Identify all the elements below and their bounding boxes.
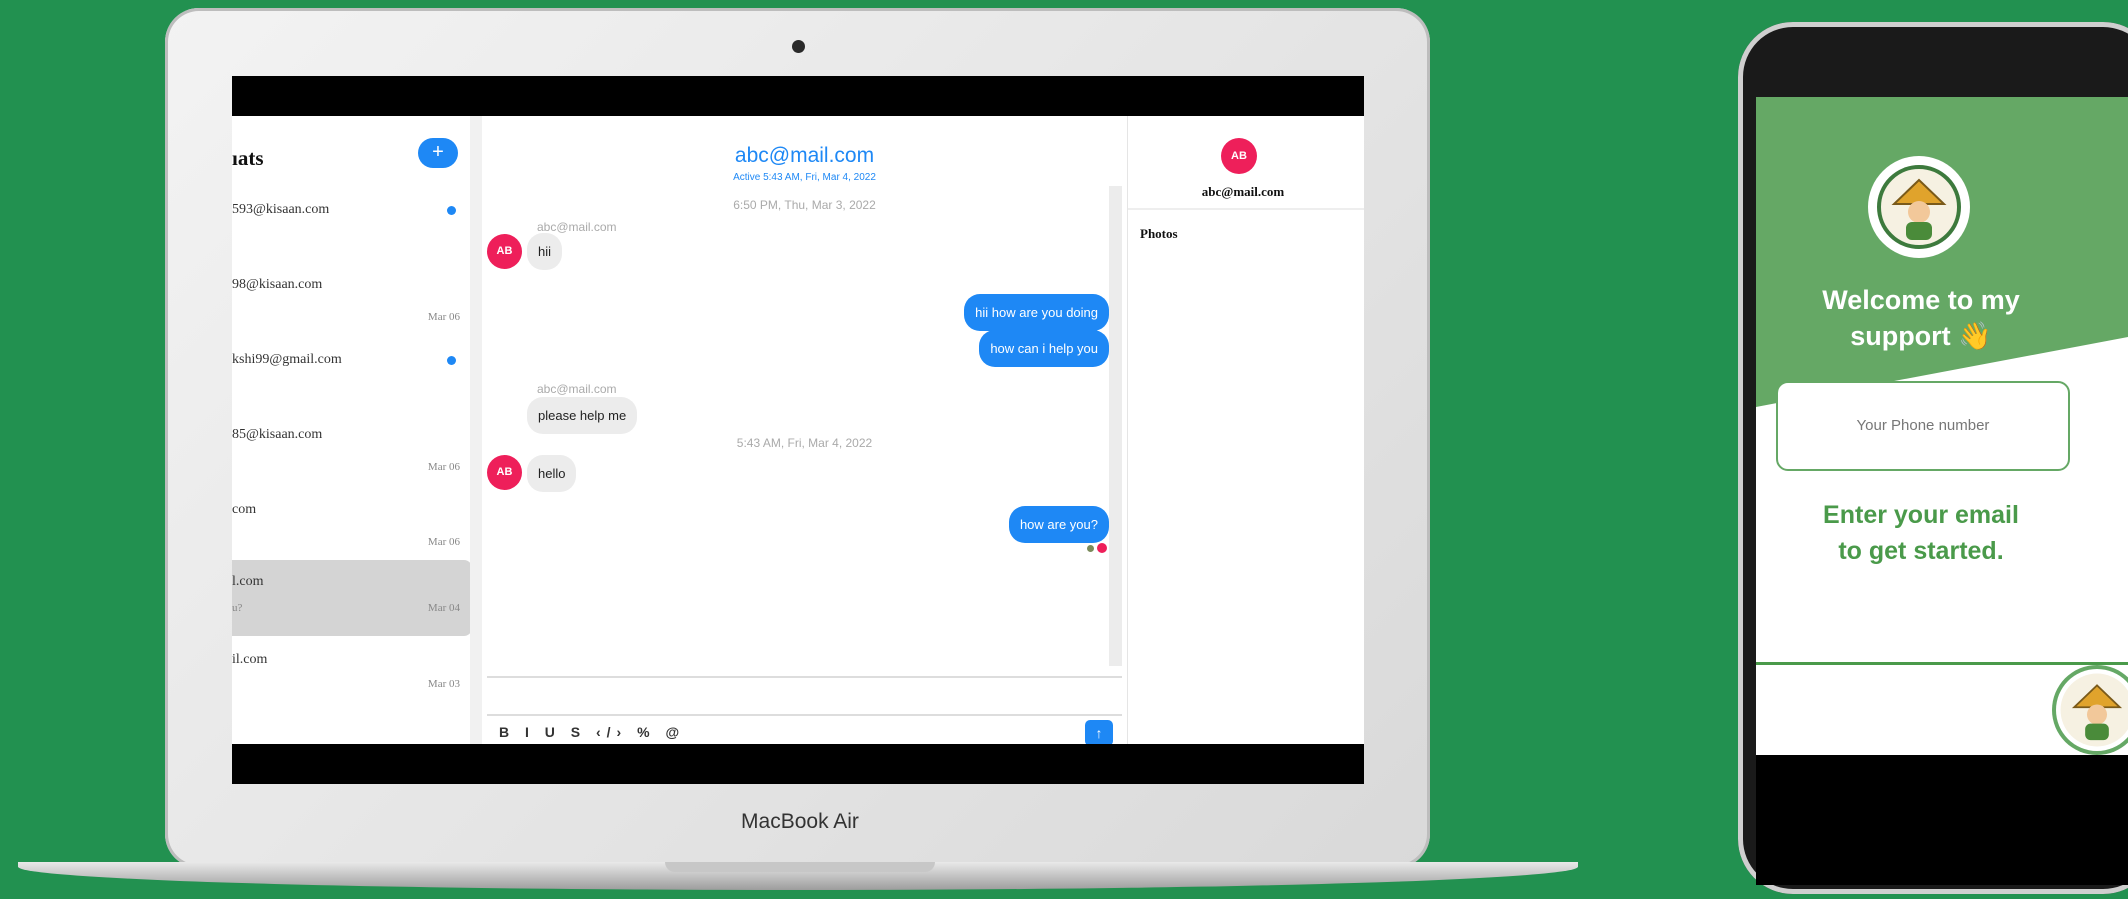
webcam-icon — [792, 40, 805, 53]
welcome-heading: Welcome to my support 👋 — [1756, 282, 2086, 354]
conversation-date: Mar 04 — [427, 602, 460, 614]
message-incoming: hello — [527, 455, 577, 492]
conversation-status: Active 5:43 AM, Fri, Mar 4, 2022 — [733, 172, 876, 183]
cta-line: to get started. — [1838, 537, 2004, 565]
divider — [1128, 208, 1364, 210]
conversation-name: 593@kisaan.com — [232, 202, 330, 217]
photos-heading: Photos — [1140, 226, 1178, 241]
phone-screen: Welcome to my support 👋 Your Phone numbe… — [1756, 97, 2128, 755]
composer-divider — [487, 714, 1122, 716]
conversation-name: kshi99@gmail.com — [232, 352, 342, 367]
cta-text: Enter your email to get started. — [1756, 497, 2086, 569]
conversation-title: abc@mail.com — [734, 144, 875, 167]
phone-bottom-bezel — [1756, 755, 2128, 885]
send-button[interactable]: ↑ — [1085, 720, 1113, 744]
conversation-preview: u? — [232, 602, 243, 614]
conversation-item[interactable]: com Mar 06 — [232, 496, 472, 568]
conversation-date: Mar 06 — [427, 461, 460, 473]
welcome-line: Welcome to my — [1822, 285, 2020, 315]
conversation-name: il.com — [232, 652, 268, 667]
phone-input-placeholder: Your Phone number — [1856, 417, 1990, 434]
sidebar-scrollbar[interactable] — [470, 116, 482, 744]
laptop-notch — [665, 862, 935, 872]
contact-email: abc@mail.com — [1201, 184, 1285, 199]
farmer-icon — [2060, 673, 2128, 747]
laptop-screen: ıats + 593@kisaan.com 98@kisaan.com Mar … — [232, 76, 1364, 784]
conversation-item[interactable]: il.com Mar 03 — [232, 646, 472, 718]
chat-scrollbar[interactable] — [1109, 186, 1122, 666]
cta-line: Enter your email — [1823, 501, 2019, 529]
sidebar-title: ıats — [232, 146, 264, 170]
message-incoming: please help me — [527, 397, 638, 434]
conversation-item[interactable]: 593@kisaan.com — [232, 196, 472, 268]
timestamp: 5:43 AM, Fri, Mar 4, 2022 — [736, 436, 873, 450]
avatar: AB — [487, 455, 522, 490]
timestamp: 6:50 PM, Thu, Mar 3, 2022 — [733, 198, 876, 212]
avatar: AB — [1221, 138, 1257, 174]
message-sender: abc@mail.com — [537, 220, 617, 234]
laptop-brand-label: MacBook Air — [741, 810, 859, 833]
unread-dot-icon — [447, 356, 456, 365]
new-chat-button[interactable]: + — [418, 138, 458, 168]
conversation-item-active[interactable]: l.com u? Mar 04 — [232, 560, 472, 636]
conversation-date: Mar 03 — [427, 678, 460, 690]
conversation-name: 85@kisaan.com — [232, 427, 323, 442]
conversation-item[interactable]: kshi99@gmail.com — [232, 346, 472, 418]
conversation-name: com — [232, 502, 257, 517]
message-incoming: hii — [527, 233, 563, 270]
formatting-toolbar[interactable]: B I U S ‹/› % @ — [499, 724, 685, 740]
conversation-item[interactable]: 98@kisaan.com Mar 06 — [232, 271, 472, 343]
message-outgoing: hii how are you doing — [964, 294, 1109, 331]
seen-avatar-icon — [1087, 545, 1094, 552]
message-sender: abc@mail.com — [537, 382, 617, 396]
avatar: AB — [487, 234, 522, 269]
conversation-item[interactable]: 85@kisaan.com Mar 06 — [232, 421, 472, 493]
welcome-line: support 👋 — [1850, 321, 1992, 351]
conversation-pane: abc@mail.com Active 5:43 AM, Fri, Mar 4,… — [487, 116, 1122, 744]
conversation-name: l.com — [232, 574, 264, 589]
conversation-date: Mar 06 — [427, 311, 460, 323]
support-logo-icon — [1874, 162, 1964, 252]
seen-avatar-icon — [1097, 543, 1107, 553]
unread-dot-icon — [447, 206, 456, 215]
message-outgoing: how can i help you — [979, 330, 1109, 367]
farmer-icon — [1877, 165, 1961, 249]
conversation-name: 98@kisaan.com — [232, 277, 323, 292]
phone-number-input[interactable]: Your Phone number — [1776, 381, 2070, 471]
chat-launcher-button[interactable] — [2056, 669, 2128, 751]
chat-sidebar: ıats + 593@kisaan.com 98@kisaan.com Mar … — [232, 116, 472, 744]
contact-info-pane: AB abc@mail.com Photos — [1127, 116, 1364, 744]
conversation-date: Mar 06 — [427, 536, 460, 548]
message-composer[interactable]: B I U S ‹/› % @ ↑ — [487, 676, 1122, 744]
chat-app: ıats + 593@kisaan.com 98@kisaan.com Mar … — [232, 116, 1364, 744]
message-outgoing: how are you? — [1008, 506, 1109, 543]
